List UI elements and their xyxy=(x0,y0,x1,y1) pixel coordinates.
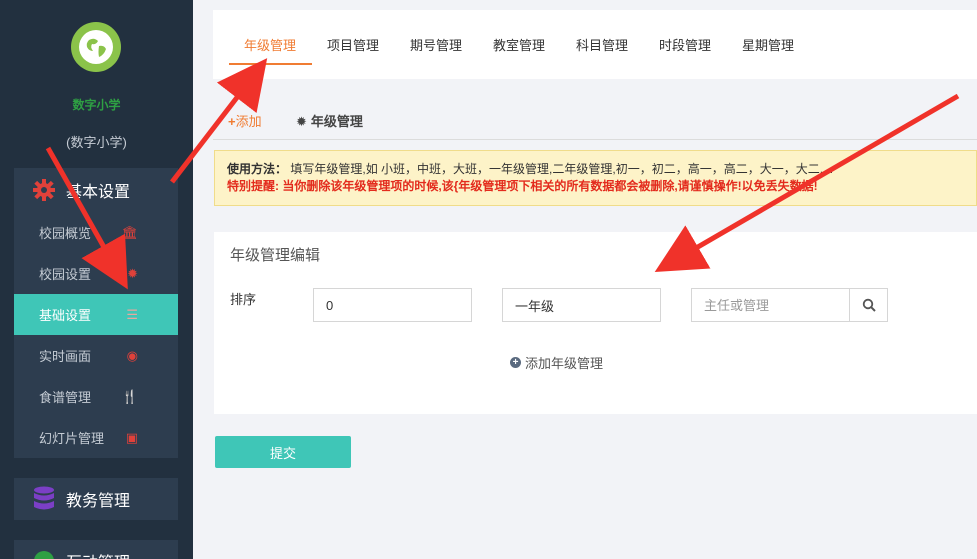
menu-group-basic-settings: 基本设置 校园概览 🏛 校园设置 ✹ 基础设置 ☰ 实时画面 ◉ 食谱管理 🍴 … xyxy=(14,168,178,458)
add-grade-label: 添加年级管理 xyxy=(525,356,604,371)
menu-group-head-basic[interactable]: 基本设置 xyxy=(14,168,178,212)
sidebar-item-recipes[interactable]: 食谱管理 🍴 xyxy=(14,376,178,417)
sidebar-item-academic[interactable]: 教务管理 xyxy=(14,478,178,520)
tab-subject-management[interactable]: 科目管理 xyxy=(576,35,628,54)
active-tab-indicator xyxy=(229,63,312,65)
usage-notice: 使用方法： 填写年级管理,如 小班，中班，大班，一年级管理,二年级管理,初一，初… xyxy=(214,150,977,206)
sidebar: 数字小学 (数字小学) 基本设置 校园概览 🏛 校园设置 ✹ 基础设置 ☰ 实时… xyxy=(0,0,193,559)
school-logo xyxy=(71,22,121,72)
subtab-grade-management[interactable]: ✹ 年级管理 xyxy=(296,111,363,130)
menu-group-label: 基本设置 xyxy=(66,184,131,201)
search-button[interactable] xyxy=(849,288,888,322)
usage-text: 填写年级管理,如 小班，中班，大班，一年级管理,二年级管理,初一，初二，高一，高… xyxy=(290,162,834,176)
panel-title: 年级管理编辑 xyxy=(230,247,321,264)
subtab-add-label: 添加 xyxy=(235,114,262,129)
sidebar-item-live-view[interactable]: 实时画面 ◉ xyxy=(14,335,178,376)
school-subtitle: (数字小学) xyxy=(66,135,127,150)
cutlery-icon: 🍴 xyxy=(121,388,138,404)
bank-icon: 🏛 xyxy=(121,224,138,240)
sidebar-item-label: 食谱管理 xyxy=(39,390,92,405)
subtab-manage-label: 年级管理 xyxy=(310,114,363,129)
teacher-input[interactable] xyxy=(691,288,850,322)
submit-button[interactable]: 提交 xyxy=(215,436,351,468)
sidebar-item-slideshow[interactable]: 幻灯片管理 ▣ xyxy=(14,417,178,458)
search-icon xyxy=(862,298,876,312)
sidebar-item-label: 幻灯片管理 xyxy=(39,431,105,446)
grade-edit-panel: 年级管理编辑 排序 + 添加年级管理 xyxy=(214,232,977,414)
smile-icon xyxy=(32,549,56,559)
sidebar-item-campus-settings[interactable]: 校园设置 ✹ xyxy=(14,253,178,294)
database-icon xyxy=(32,486,56,511)
tab-project-management[interactable]: 项目管理 xyxy=(327,35,379,54)
sidebar-item-label: 校园概览 xyxy=(39,226,92,241)
sidebar-item-label: 基础设置 xyxy=(39,308,92,323)
globe-icon xyxy=(82,33,110,61)
usage-instructions: 使用方法： 填写年级管理,如 小班，中班，大班，一年级管理,二年级管理,初一，初… xyxy=(227,161,964,178)
gear-icon: ✹ xyxy=(127,265,138,281)
grade-name-input[interactable] xyxy=(502,288,661,322)
sidebar-item-label: 互动管理 xyxy=(66,549,130,559)
picture-icon: ▣ xyxy=(125,429,138,445)
sidebar-item-campus-overview[interactable]: 校园概览 🏛 xyxy=(14,212,178,253)
plus-icon: + xyxy=(228,114,236,129)
sidebar-item-label: 实时画面 xyxy=(39,349,92,364)
tab-term-management[interactable]: 期号管理 xyxy=(410,35,462,54)
sidebar-item-basic-settings[interactable]: 基础设置 ☰ xyxy=(14,294,178,335)
gear-icon: ✹ xyxy=(296,114,307,129)
sort-label: 排序 xyxy=(230,292,257,307)
usage-title: 使用方法： xyxy=(227,162,288,176)
tab-weekday-management[interactable]: 星期管理 xyxy=(742,35,794,54)
add-grade-link[interactable]: + 添加年级管理 xyxy=(510,353,603,372)
tab-grade-management[interactable]: 年级管理 xyxy=(244,35,296,54)
sidebar-item-label: 教务管理 xyxy=(66,493,131,510)
eye-icon: ◉ xyxy=(126,347,138,363)
gear-icon xyxy=(32,178,56,202)
sidebar-item-interaction[interactable]: 互动管理 xyxy=(14,540,178,559)
sidebar-item-label: 校园设置 xyxy=(39,267,92,282)
top-tabs-bar: 年级管理 项目管理 期号管理 教室管理 科目管理 时段管理 星期管理 xyxy=(213,10,977,79)
plus-circle-icon: + xyxy=(510,357,521,368)
subtab-add[interactable]: +添加 xyxy=(228,111,262,130)
tab-period-management[interactable]: 时段管理 xyxy=(659,35,711,54)
delete-warning: 特别提醒: 当你删除该年级管理项的时候,该{年级管理项下相关的所有数据都会被删除… xyxy=(227,179,818,193)
school-name: 数字小学 xyxy=(72,98,121,112)
sort-input[interactable] xyxy=(313,288,472,322)
list-icon: ☰ xyxy=(126,306,138,322)
sub-tabs: +添加 ✹ 年级管理 xyxy=(213,100,977,140)
tab-classroom-management[interactable]: 教室管理 xyxy=(493,35,545,54)
